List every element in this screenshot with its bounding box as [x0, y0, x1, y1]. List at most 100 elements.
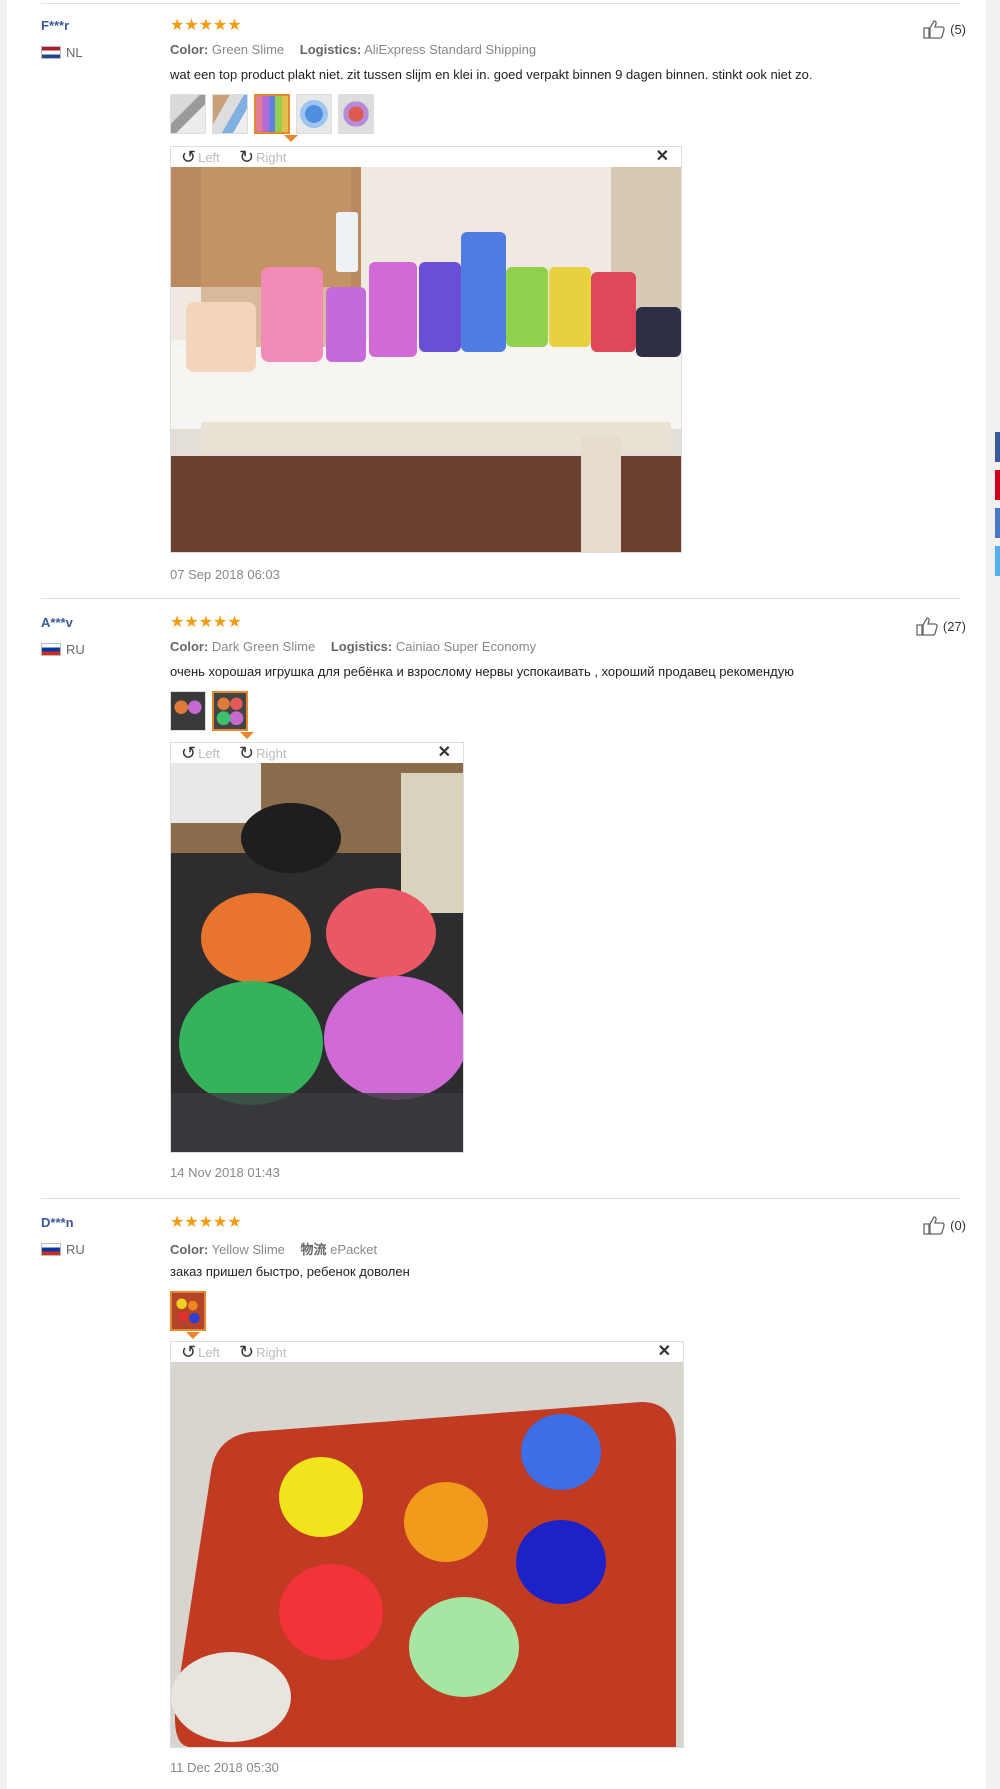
photo-viewer: ↺ Left ↻ Right ✕	[170, 146, 682, 553]
review-date: 14 Nov 2018 01:43	[170, 1165, 280, 1180]
thumbs-up-icon	[923, 1215, 947, 1235]
logistics-value: Cainiao Super Economy	[395, 639, 537, 654]
rotate-left-button[interactable]: ↺ Left	[181, 148, 220, 166]
viewer-toolbar: ↺ Left ↻ Right ✕	[171, 1342, 683, 1362]
share-tab-facebook[interactable]	[995, 432, 1000, 462]
share-tab-pinterest[interactable]	[995, 470, 1000, 500]
rotate-right-label: Right	[256, 149, 287, 165]
color-label: Color:	[170, 639, 209, 654]
photo-illustration	[171, 167, 681, 552]
rotate-right-button[interactable]: ↻ Right	[239, 148, 286, 166]
flag-icon	[41, 46, 61, 59]
logistics-label: Logistics:	[299, 42, 362, 57]
viewer-toolbar: ↺ Left ↻ Right ✕	[171, 743, 463, 763]
rotate-left-button[interactable]: ↺ Left	[181, 744, 220, 762]
reviewer-country: NL	[41, 45, 83, 60]
review-attributes: Color: Dark Green Slime Logistics: Caini…	[170, 639, 536, 654]
photo-illustration	[171, 763, 463, 1152]
like-button[interactable]: (0)	[923, 1215, 966, 1235]
like-button[interactable]: (5)	[923, 19, 966, 39]
color-value: Green Slime	[211, 42, 285, 57]
thumbs-up-icon	[923, 19, 947, 39]
logistics-label: Logistics:	[330, 639, 393, 654]
review-attributes: Color: Green Slime Logistics: AliExpress…	[170, 42, 536, 57]
color-label: Color:	[170, 1242, 209, 1257]
close-icon[interactable]: ✕	[656, 149, 669, 165]
photo-thumbnail[interactable]	[170, 94, 206, 134]
logistics-label: 物流	[300, 1242, 327, 1257]
photo-thumbnail-selected[interactable]	[212, 691, 248, 731]
reviewer-name[interactable]: A***v	[41, 615, 73, 630]
review-photo	[171, 1362, 683, 1747]
photo-thumbnail[interactable]	[338, 94, 374, 134]
country-code: RU	[66, 642, 85, 657]
review-text: заказ пришел быстро, ребенок доволен	[170, 1264, 410, 1279]
photo-thumbnail[interactable]	[170, 691, 206, 731]
flag-icon	[41, 1243, 61, 1256]
like-count: (5)	[950, 21, 966, 37]
rotate-left-icon: ↺	[181, 743, 197, 763]
review-date: 11 Dec 2018 05:30	[170, 1760, 279, 1775]
photo-viewer: ↺ Left ↻ Right ✕	[170, 1341, 684, 1748]
photo-thumbnail-selected[interactable]	[254, 94, 290, 134]
review-item: F***r NL ★★★★★ Color: Green Slime Logist…	[7, 0, 986, 597]
rotate-right-label: Right	[256, 745, 287, 761]
reviewer-country: RU	[41, 642, 85, 657]
like-count: (0)	[950, 1217, 966, 1233]
rotate-left-label: Left	[198, 745, 220, 761]
star-rating: ★★★★★	[170, 1214, 242, 1231]
selected-pointer	[284, 135, 298, 142]
photo-illustration	[171, 1402, 676, 1747]
rotate-left-label: Left	[198, 149, 220, 165]
logistics-value: AliExpress Standard Shipping	[364, 42, 537, 57]
share-tab-twitter[interactable]	[995, 546, 1000, 576]
thumbs-up-icon	[916, 616, 940, 636]
close-icon[interactable]: ✕	[658, 1344, 671, 1360]
star-rating: ★★★★★	[170, 17, 242, 34]
like-button[interactable]: (27)	[916, 616, 966, 636]
review-text: очень хорошая игрушка для ребёнка и взро…	[170, 664, 794, 679]
photo-viewer: ↺ Left ↻ Right ✕	[170, 742, 464, 1153]
reviewer-country: RU	[41, 1242, 85, 1257]
reviewer-name[interactable]: D***n	[41, 1215, 74, 1230]
viewer-toolbar: ↺ Left ↻ Right ✕	[171, 147, 681, 167]
review-date: 07 Sep 2018 06:03	[170, 567, 280, 582]
rotate-left-button[interactable]: ↺ Left	[181, 1343, 220, 1361]
color-value: Dark Green Slime	[211, 639, 316, 654]
reviewer-name[interactable]: F***r	[41, 18, 69, 33]
review-photo	[171, 167, 681, 552]
photo-thumbnails	[170, 94, 374, 134]
rotate-right-icon: ↻	[239, 147, 255, 167]
review-text: wat een top product plakt niet. zit tuss…	[170, 67, 813, 82]
share-tab-vk[interactable]	[995, 508, 1000, 538]
photo-thumbnail[interactable]	[212, 94, 248, 134]
photo-thumbnails	[170, 1291, 206, 1331]
reviews-panel: F***r NL ★★★★★ Color: Green Slime Logist…	[7, 0, 986, 1789]
country-code: NL	[66, 45, 83, 60]
star-rating: ★★★★★	[170, 614, 242, 631]
flag-icon	[41, 643, 61, 656]
review-item: A***v RU ★★★★★ Color: Dark Green Slime L…	[7, 597, 986, 1197]
photo-thumbnail[interactable]	[296, 94, 332, 134]
review-photo	[171, 763, 463, 1152]
rotate-left-label: Left	[198, 1344, 220, 1360]
review-attributes: Color: Yellow Slime 物流 ePacket	[170, 1239, 377, 1258]
rotate-right-button[interactable]: ↻ Right	[239, 1343, 286, 1361]
rotate-right-label: Right	[256, 1344, 287, 1360]
country-code: RU	[66, 1242, 85, 1257]
rotate-right-button[interactable]: ↻ Right	[239, 744, 286, 762]
rotate-left-icon: ↺	[181, 147, 197, 167]
selected-pointer	[240, 732, 254, 739]
selected-pointer	[186, 1332, 200, 1339]
color-label: Color:	[170, 42, 209, 57]
review-item: D***n RU ★★★★★ Color: Yellow Slime 物流 eP…	[7, 1197, 986, 1789]
photo-thumbnail-selected[interactable]	[170, 1291, 206, 1331]
rotate-right-icon: ↻	[239, 743, 255, 763]
close-icon[interactable]: ✕	[438, 745, 451, 761]
rotate-right-icon: ↻	[239, 1342, 255, 1362]
rotate-left-icon: ↺	[181, 1342, 197, 1362]
photo-thumbnails	[170, 691, 248, 731]
logistics-value: ePacket	[330, 1242, 378, 1257]
page: F***r NL ★★★★★ Color: Green Slime Logist…	[0, 0, 1000, 1789]
color-value: Yellow Slime	[211, 1242, 285, 1257]
